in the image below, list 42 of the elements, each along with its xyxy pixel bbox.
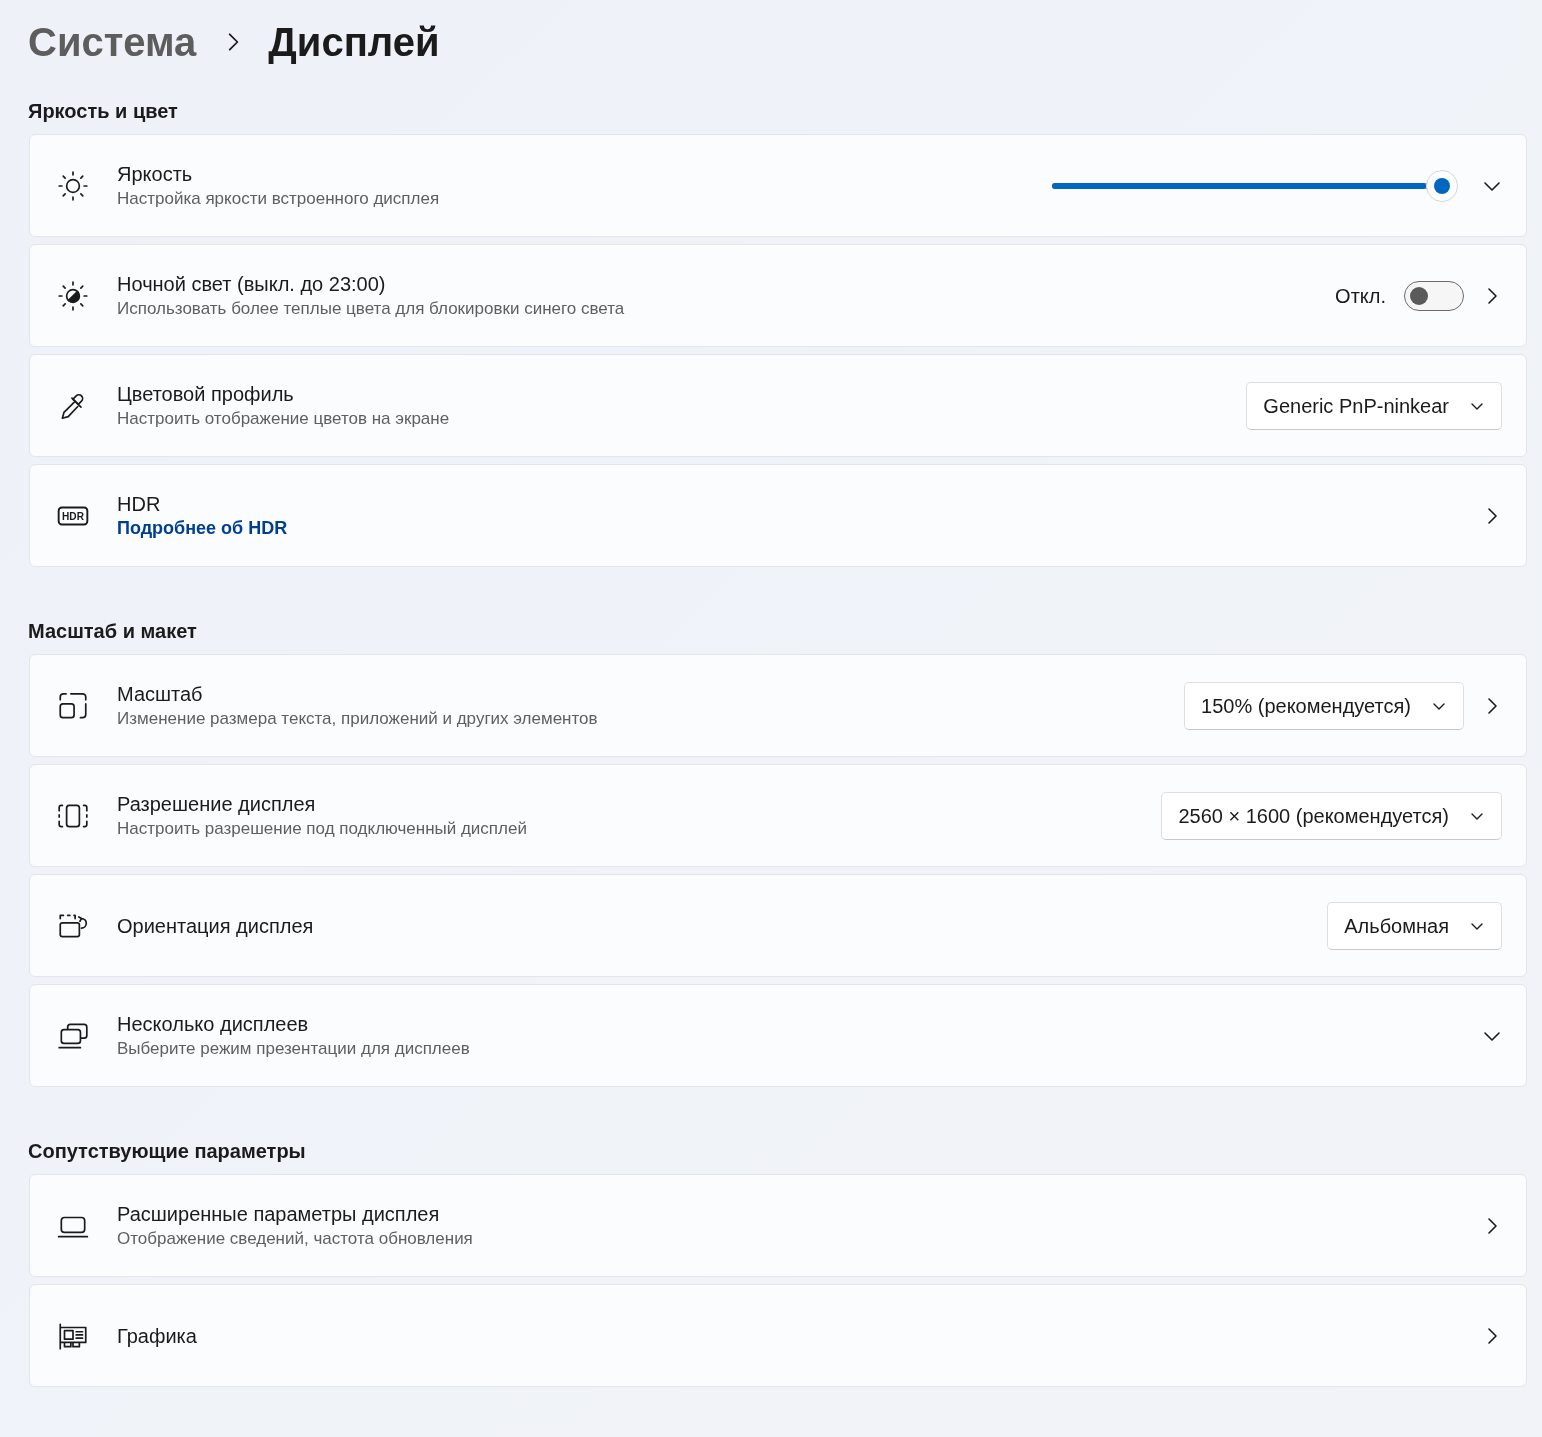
settings-row[interactable]: Ориентация дисплея Альбомная xyxy=(29,874,1527,977)
sun-icon xyxy=(56,168,90,203)
setting-title: Графика xyxy=(117,1323,198,1348)
setting-description: Использовать более теплые цвета для блокировки синего света xyxy=(117,297,626,320)
settings-row[interactable]: Разрешение дисплея Настроить разрешение под подключенный дисплей 2560 × 1600 (рекомендуется) xyxy=(29,764,1527,867)
section-title: Сопутствующие параметры xyxy=(28,1139,307,1164)
toggle-switch[interactable] xyxy=(1404,280,1464,311)
setting-title: Расширенные параметры дисплея xyxy=(117,1201,441,1226)
section-title: Масштаб и макет xyxy=(28,619,198,644)
setting-description: Выберите режим презентации для дисплеев xyxy=(117,1037,471,1060)
setting-title: Разрешение дисплея xyxy=(117,791,317,816)
slider-thumb[interactable] xyxy=(1426,169,1458,202)
setting-title: Цветовой профиль xyxy=(117,381,295,406)
setting-description: Изменение размера текста, приложений и других элементов xyxy=(117,707,599,730)
dropdown[interactable]: Generic PnP-ninkear xyxy=(1246,381,1502,430)
setting-description: Настроить отображение цветов на экране xyxy=(117,407,451,430)
setting-title: Ночной свет (выкл. до 23:00) xyxy=(117,271,387,296)
settings-row[interactable]: HDR HDR Подробнее об HDR xyxy=(29,464,1527,567)
setting-title: Яркость xyxy=(117,161,194,186)
setting-description: Отображение сведений, частота обновления xyxy=(117,1227,474,1250)
setting-description: Настройка яркости встроенного дисплея xyxy=(117,187,441,210)
dropdown[interactable]: Альбомная xyxy=(1327,901,1502,950)
breadcrumb-link[interactable]: Система xyxy=(28,14,197,70)
setting-description: Настроить разрешение под подключенный дисплей xyxy=(117,817,528,840)
dropdown[interactable]: 2560 × 1600 (рекомендуется) xyxy=(1161,791,1502,840)
section-title: Яркость и цвет xyxy=(28,99,179,124)
settings-row[interactable]: Яркость Настройка яркости встроенного дисплея xyxy=(29,134,1527,237)
dropdown[interactable]: 150% (рекомендуется) xyxy=(1184,681,1464,730)
setting-title: HDR xyxy=(117,491,162,516)
sun-half-icon xyxy=(56,278,90,313)
settings-row[interactable]: Цветовой профиль Настроить отображение цветов на экране Generic PnP-ninkear xyxy=(29,354,1527,457)
setting-title: Масштаб xyxy=(117,681,204,706)
setting-title: Ориентация дисплея xyxy=(117,913,315,938)
page-title: Дисплей xyxy=(268,19,440,66)
learn-more-link[interactable]: Подробнее об HDR xyxy=(117,515,1464,540)
settings-row[interactable]: Ночной свет (выкл. до 23:00) Использовать более теплые цвета для блокировки синего света Откл. xyxy=(29,244,1527,347)
settings-row[interactable]: Масштаб Изменение размера текста, приложений и других элементов 150% (рекомендуется) xyxy=(29,654,1527,757)
setting-title: Несколько дисплеев xyxy=(117,1011,310,1036)
settings-row[interactable]: Несколько дисплеев Выберите режим презентации для дисплеев xyxy=(29,984,1527,1087)
settings-row[interactable]: Графика xyxy=(29,1284,1527,1387)
settings-row[interactable]: Расширенные параметры дисплея Отображение сведений, частота обновления xyxy=(29,1174,1527,1277)
toggle-state-label: Откл. xyxy=(1335,283,1386,309)
